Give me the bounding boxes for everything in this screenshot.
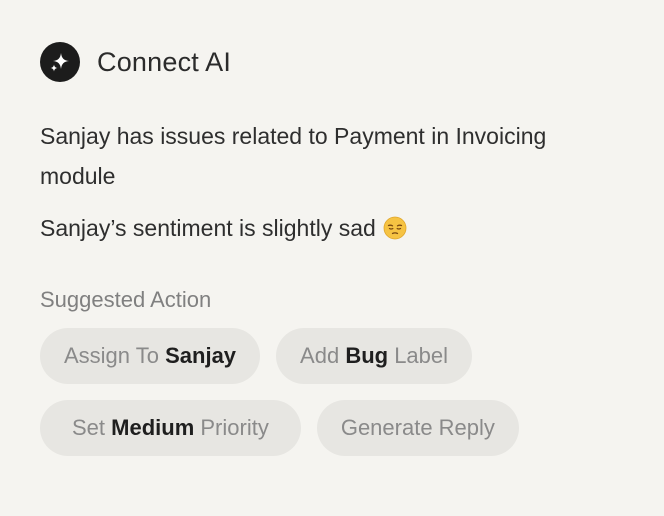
chip-prefix: Set <box>72 415 112 440</box>
chip-emphasis: Medium <box>111 415 195 440</box>
sparkles-icon <box>40 42 80 82</box>
generate-reply-button[interactable]: Generate Reply <box>316 400 519 456</box>
suggested-actions: Assign To Sanjay Add Bug Label Set Mediu… <box>40 328 600 456</box>
chip-emphasis: Sanjay <box>165 343 237 368</box>
set-medium-priority-button[interactable]: Set Medium Priority <box>40 400 301 456</box>
page-title: Connect AI <box>97 46 232 77</box>
suggested-action-label: Suggested Action <box>40 287 212 312</box>
chip-suffix: Priority <box>194 415 269 440</box>
pensive-face-icon <box>383 216 407 240</box>
add-bug-label-button[interactable]: Add Bug Label <box>276 328 473 384</box>
chip-label: Generate Reply <box>340 415 495 440</box>
sentiment-text: Sanjay’s sentiment is slightly sad <box>40 215 376 241</box>
chip-prefix: Assign To <box>64 343 166 368</box>
sentiment-line: Sanjay’s sentiment is slightly sad <box>40 212 640 244</box>
connect-ai-card: Connect AI Sanjay has issues related to … <box>40 40 640 456</box>
chip-suffix: Label <box>388 343 449 368</box>
assign-to-sanjay-button[interactable]: Assign To Sanjay <box>40 328 261 384</box>
chip-prefix: Add <box>300 343 346 368</box>
issue-summary: Sanjay has issues related to Payment in … <box>40 123 547 189</box>
chip-emphasis: Bug <box>345 343 389 368</box>
card-header: Connect AI <box>40 40 640 84</box>
